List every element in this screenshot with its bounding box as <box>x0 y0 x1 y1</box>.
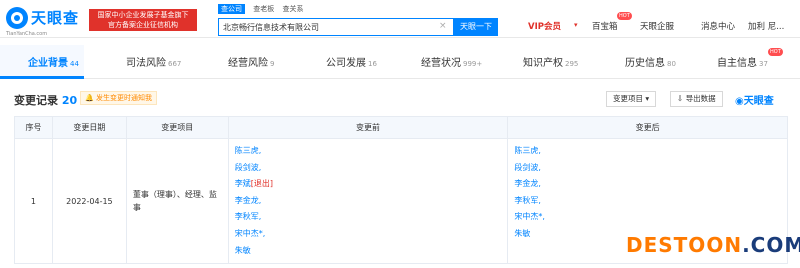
person-link[interactable]: 陈三虎, <box>514 143 781 160</box>
person-link[interactable]: 段剑波, <box>514 160 781 177</box>
tab-business-risk[interactable]: 经营风险 9 <box>228 54 274 69</box>
section-title: 变更记录 20 <box>14 94 78 107</box>
logo-eye-icon <box>6 7 28 29</box>
site-watermark: DESTOON.COM <box>626 233 800 257</box>
banner-line-1: 国家中小企业发展子基金旗下 <box>97 11 189 19</box>
search-button[interactable]: 天眼一下 <box>454 18 498 36</box>
nav-services[interactable]: 天眼企服 <box>640 20 674 32</box>
tab-legal-risk[interactable]: 司法风险 667 <box>126 54 181 69</box>
site-logo[interactable]: 天眼查 TianYanCha.com <box>6 7 88 37</box>
person-link[interactable]: 李秋军, <box>514 193 781 210</box>
col-after: 变更后 <box>507 116 788 139</box>
certification-banner: 国家中小企业发展子基金旗下 官方备案企业征信机构 <box>89 9 197 31</box>
banner-line-2: 官方备案企业征信机构 <box>108 21 178 29</box>
nav-vip[interactable]: VIP会员 <box>528 20 561 32</box>
col-date: 变更日期 <box>51 116 127 139</box>
search-tab-relation[interactable]: 查关系 <box>282 4 303 14</box>
person-link[interactable]: 段剑波, <box>235 160 502 177</box>
tab-development[interactable]: 公司发展 16 <box>326 54 377 69</box>
chevron-down-icon: ▾ <box>574 21 578 29</box>
tab-operation[interactable]: 经营状况 999+ <box>421 54 482 69</box>
tab-ip[interactable]: 知识产权 295 <box>523 54 578 69</box>
search-tab-boss[interactable]: 查老板 <box>253 4 274 14</box>
nav-user[interactable]: 加利 尼... <box>748 20 784 32</box>
person-link[interactable]: 朱敏 <box>235 243 502 260</box>
hot-badge-tab: HOT <box>768 48 783 56</box>
cell-before: 陈三虎, 段剑波, 李斌[退出] 李金龙, 李秋军, 宋中杰*, 朱敏 <box>227 137 509 265</box>
tab-history[interactable]: 历史信息 80 <box>625 54 676 69</box>
search-box: × <box>218 18 454 36</box>
person-link[interactable]: 李秋军, <box>235 209 502 226</box>
top-header: 天眼查 TianYanCha.com 国家中小企业发展子基金旗下 官方备案企业征… <box>0 0 800 38</box>
nav-messages[interactable]: 消息中心 <box>701 20 735 32</box>
exit-tag: [退出] <box>250 179 273 189</box>
table-header-row: 序号 变更日期 变更项目 变更前 变更后 <box>14 116 788 139</box>
person-link[interactable]: 宋中杰*, <box>514 209 781 226</box>
col-index: 序号 <box>14 116 53 139</box>
category-tabs: 企业背景 44 司法风险 667 经营风险 9 公司发展 16 经营状况 999+ 知识产… <box>0 45 800 79</box>
tab-background[interactable]: 企业背景 44 <box>28 54 79 69</box>
cell-item: 董事（理事）、经理、监事 <box>125 137 229 265</box>
col-item: 变更项目 <box>125 116 229 139</box>
search-tab-company[interactable]: 查公司 <box>218 4 245 14</box>
person-link[interactable]: 陈三虎, <box>235 143 502 160</box>
person-link[interactable]: 宋中杰*, <box>235 226 502 243</box>
person-link[interactable]: 李斌 <box>235 179 251 188</box>
logo-eye-icon: ◉ <box>735 96 744 107</box>
logo-text: 天眼查 <box>31 9 80 27</box>
hot-badge: HOT <box>617 12 632 20</box>
export-icon: ⇩ <box>677 94 684 103</box>
cell-index: 1 <box>14 137 53 265</box>
person-link[interactable]: 李金龙, <box>235 193 502 210</box>
tab-self-info[interactable]: 自主信息 37 <box>717 54 768 69</box>
clear-icon[interactable]: × <box>439 21 447 31</box>
logo-subtext: TianYanCha.com <box>6 31 48 37</box>
search-input[interactable] <box>223 21 423 34</box>
brand-watermark-logo: ◉天眼查 <box>735 96 774 107</box>
active-tab-indicator <box>0 76 84 79</box>
nav-toolbox[interactable]: 百宝箱 <box>592 20 618 32</box>
person-link[interactable]: 李金龙, <box>514 176 781 193</box>
filter-dropdown[interactable]: 变更项目 ▾ <box>606 91 657 107</box>
search-type-tabs: 查公司 查老板 查关系 <box>218 4 309 14</box>
notify-button[interactable]: 🔔 发生变更时通知我 <box>80 91 157 105</box>
export-button[interactable]: ⇩ 导出数据 <box>670 91 723 107</box>
col-before: 变更前 <box>227 116 509 139</box>
search-area: 查公司 查老板 查关系 × 天眼一下 <box>218 4 498 36</box>
bell-icon: 🔔 <box>85 94 94 102</box>
cell-date: 2022-04-15 <box>51 137 127 265</box>
